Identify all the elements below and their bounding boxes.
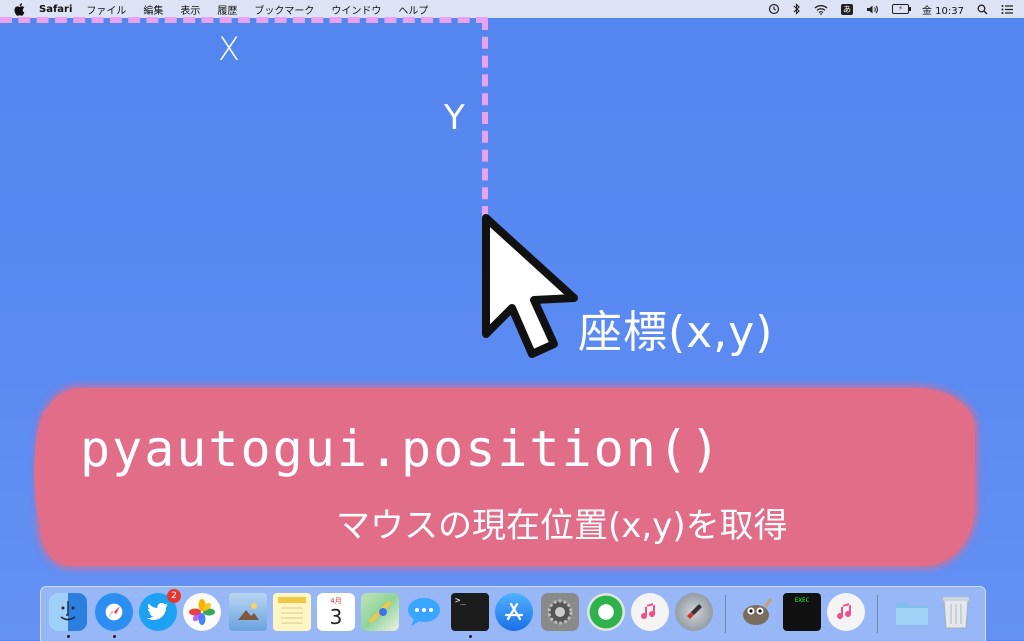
clock[interactable]: 金 10:37: [922, 2, 964, 17]
dock: 2 4月 3 >_ EXEC: [40, 586, 986, 641]
notification-badge: 2: [167, 589, 181, 603]
finder-icon[interactable]: [49, 593, 87, 631]
coordinate-label: 座標(x,y): [578, 307, 774, 358]
volume-icon[interactable]: [866, 4, 879, 15]
menu-window[interactable]: ウインドウ: [331, 2, 381, 17]
exec-label: EXEC: [794, 597, 810, 604]
menu-history[interactable]: 履歴: [217, 2, 237, 17]
menu-edit[interactable]: 編集: [143, 2, 163, 17]
menu-list: ファイル 編集 表示 履歴 ブックマーク ウインドウ ヘルプ: [86, 2, 445, 17]
system-preferences-icon[interactable]: [541, 593, 579, 631]
dock-separator: [725, 595, 726, 633]
notification-center-icon[interactable]: [1001, 4, 1014, 15]
trash-icon[interactable]: [937, 593, 975, 631]
calendar-icon[interactable]: 4月 3: [317, 593, 355, 631]
mouse-pointer-icon: [478, 212, 588, 366]
safari-icon[interactable]: [95, 593, 133, 631]
spotlight-search-icon[interactable]: [977, 4, 988, 15]
messages-icon[interactable]: [405, 593, 443, 631]
menu-bookmarks[interactable]: ブックマーク: [254, 2, 314, 17]
app-store-icon[interactable]: [495, 593, 533, 631]
downloads-folder-icon[interactable]: [893, 593, 931, 631]
maps-icon[interactable]: [361, 593, 399, 631]
terminal-icon[interactable]: >_: [451, 593, 489, 631]
itunes-icon[interactable]: [631, 593, 669, 631]
dock-separator: [877, 595, 878, 633]
x-axis-label: X: [218, 30, 240, 68]
exec-terminal-icon[interactable]: EXEC: [783, 593, 821, 631]
music-icon[interactable]: [827, 593, 865, 631]
apple-menu-icon[interactable]: [13, 2, 25, 16]
y-axis-label: Y: [444, 98, 465, 138]
app-name-menu[interactable]: Safari: [39, 4, 72, 15]
running-indicator: [67, 635, 70, 638]
time-machine-icon[interactable]: [768, 3, 780, 15]
menu-bar: Safari ファイル 編集 表示 履歴 ブックマーク ウインドウ ヘルプ あ …: [0, 0, 1024, 18]
gimp-icon[interactable]: [737, 593, 775, 631]
twitter-icon[interactable]: 2: [139, 589, 181, 631]
description-caption: マウスの現在位置(x,y)を取得: [336, 506, 788, 546]
code-caption: pyautogui.position(): [80, 420, 723, 478]
photos-icon[interactable]: [183, 593, 221, 631]
battery-icon[interactable]: ⚡: [892, 4, 911, 14]
wifi-icon[interactable]: [814, 4, 828, 15]
preview-icon[interactable]: [229, 593, 267, 631]
status-area: あ ⚡ 金 10:37: [768, 0, 1014, 18]
find-my-icon[interactable]: [587, 593, 625, 631]
x-guide-line: [0, 17, 488, 23]
notes-icon[interactable]: [273, 593, 311, 631]
running-indicator: [113, 635, 116, 638]
menu-help[interactable]: ヘルプ: [398, 2, 428, 17]
y-guide-line: [482, 18, 488, 218]
menu-file[interactable]: ファイル: [86, 2, 126, 17]
input-method-icon[interactable]: あ: [841, 3, 853, 15]
launchpad-icon[interactable]: [675, 593, 713, 631]
bluetooth-icon[interactable]: [793, 3, 801, 15]
calendar-day: 3: [329, 604, 343, 629]
menu-view[interactable]: 表示: [180, 2, 200, 17]
running-indicator: [469, 635, 472, 638]
